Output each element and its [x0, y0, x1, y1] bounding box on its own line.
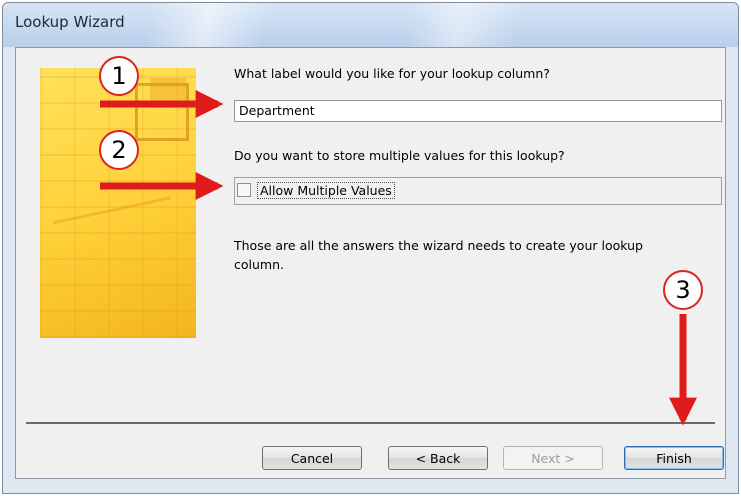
info-text-line1: Those are all the answers the wizard nee…	[234, 238, 643, 253]
back-button[interactable]: < Back	[388, 446, 488, 470]
allow-multiple-values-label[interactable]: Allow Multiple Values	[257, 182, 395, 199]
window-title: Lookup Wizard	[15, 13, 125, 31]
allow-multiple-values-row[interactable]: Allow Multiple Values	[234, 177, 722, 205]
lookup-label-input[interactable]	[234, 100, 722, 122]
multi-values-question: Do you want to store multiple values for…	[234, 148, 565, 163]
footer-separator	[26, 422, 715, 424]
wizard-client-area: What label would you like for your looku…	[15, 47, 726, 479]
label-question: What label would you like for your looku…	[234, 66, 550, 81]
next-button[interactable]: Next >	[503, 446, 603, 470]
callout-1-badge: 1	[99, 56, 139, 96]
info-text-line2: column.	[234, 257, 284, 272]
callout-2-badge: 2	[99, 130, 139, 170]
finish-button[interactable]: Finish	[624, 446, 724, 470]
allow-multiple-values-checkbox[interactable]	[237, 183, 251, 197]
callout-3-badge: 3	[663, 270, 703, 310]
cancel-button[interactable]: Cancel	[262, 446, 362, 470]
wizard-illustration	[40, 68, 196, 338]
title-bar: Lookup Wizard	[3, 3, 738, 47]
